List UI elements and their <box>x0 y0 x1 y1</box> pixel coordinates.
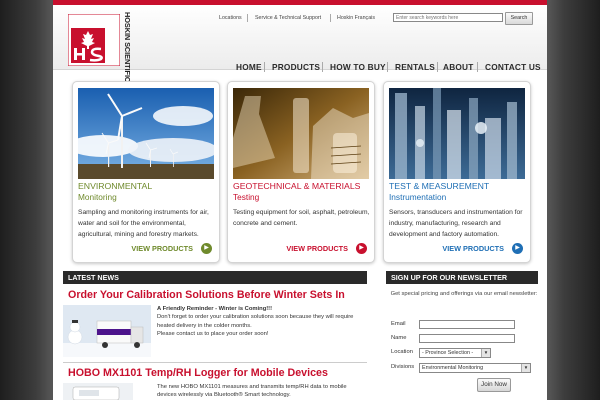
newsletter-heading: SIGN UP FOR OUR NEWSLETTER <box>386 271 538 284</box>
arrow-right-icon[interactable]: ▶ <box>356 243 367 254</box>
name-label: Name <box>391 335 407 341</box>
news-title[interactable]: HOBO MX1101 Temp/RH Logger for Mobile De… <box>68 367 328 379</box>
delivery-truck-image <box>63 305 151 357</box>
wind-turbines-image <box>78 88 214 179</box>
join-now-button[interactable]: Join Now <box>477 378 511 392</box>
feature-subtitle: Monitoring <box>78 192 117 202</box>
nav-rentals[interactable]: RENTALS <box>395 62 435 72</box>
feature-card-geotechnical: GEOTECHNICAL & MATERIALS Testing Testing… <box>227 81 375 263</box>
feature-title: GEOTECHNICAL & MATERIALS <box>233 181 361 191</box>
arrow-right-icon[interactable]: ▶ <box>201 243 212 254</box>
divisions-select-value: Environmental Monitoring <box>422 365 484 371</box>
divisions-select[interactable]: Environmental Monitoring ▼ <box>419 363 531 373</box>
feature-subtitle: Instrumentation <box>389 192 447 202</box>
news-divider <box>63 362 367 363</box>
nav-divider <box>264 62 265 72</box>
utility-divider <box>330 14 331 22</box>
news-body: A Friendly Reminder - Winter is Coming!!… <box>157 305 367 339</box>
nav-home[interactable]: HOME <box>236 62 262 72</box>
search-button[interactable]: Search <box>505 12 533 25</box>
nav-divider <box>322 62 323 72</box>
news-closing: Please contact us to place your order so… <box>157 331 269 338</box>
feature-description: Testing equipment for soil, asphalt, pet… <box>233 209 370 227</box>
chevron-down-icon: ▼ <box>481 349 490 357</box>
feature-description: Sensors, transducers and instrumentation… <box>389 209 523 238</box>
search-input[interactable] <box>393 13 503 22</box>
feature-title: ENVIRONMENTAL <box>78 181 153 191</box>
page: HOSKIN SCIENTIFIC Locations Service & Te… <box>53 0 547 400</box>
locations-link[interactable]: Locations <box>219 15 242 21</box>
site-header: HOSKIN SCIENTIFIC Locations Service & Te… <box>53 5 547 83</box>
newsletter-intro: Get special pricing and offerings via ou… <box>390 291 538 297</box>
feature-card-environmental: ENVIRONMENTAL Monitoring Sampling and mo… <box>72 81 220 263</box>
news-title[interactable]: Order Your Calibration Solutions Before … <box>68 289 345 301</box>
latest-news-heading: LATEST NEWS <box>63 271 367 284</box>
lab-glassware-image <box>233 88 369 179</box>
industrial-machinery-image <box>389 88 525 179</box>
news-lead: A Friendly Reminder - Winter is Coming!!… <box>157 306 273 312</box>
nav-contact-us[interactable]: CONTACT US <box>485 62 541 72</box>
french-link[interactable]: Hoskin Français <box>337 15 375 21</box>
news-body: The new HOBO MX1101 measures and transmi… <box>157 384 347 399</box>
nav-products[interactable]: PRODUCTS <box>272 62 320 72</box>
location-label: Location <box>391 349 413 355</box>
feature-card-test-measurement: TEST & MEASUREMENT Instrumentation Senso… <box>383 81 531 263</box>
email-label: Email <box>391 321 406 327</box>
email-field[interactable] <box>419 320 515 329</box>
hoskin-logo[interactable] <box>68 14 120 66</box>
view-products-link[interactable]: VIEW PRODUCTS <box>442 244 504 253</box>
location-select-value: - Province Selection - <box>422 350 474 356</box>
nav-divider <box>437 62 438 72</box>
feature-subtitle: Testing <box>233 192 260 202</box>
utility-divider <box>247 14 248 22</box>
support-link[interactable]: Service & Technical Support <box>255 15 321 21</box>
nav-how-to-buy[interactable]: HOW TO BUY <box>330 62 386 72</box>
nav-about[interactable]: ABOUT <box>443 62 474 72</box>
data-logger-image <box>63 383 133 400</box>
view-products-link[interactable]: VIEW PRODUCTS <box>131 244 193 253</box>
news-text: Don't forget to order your calibration s… <box>157 314 354 329</box>
location-select[interactable]: - Province Selection - ▼ <box>419 348 491 358</box>
chevron-down-icon: ▼ <box>521 364 530 372</box>
logo-wordmark: HOSKIN SCIENTIFIC <box>123 12 132 83</box>
arrow-right-icon[interactable]: ▶ <box>512 243 523 254</box>
feature-description: Sampling and monitoring instruments for … <box>78 209 209 238</box>
feature-title: TEST & MEASUREMENT <box>389 181 490 191</box>
view-products-link[interactable]: VIEW PRODUCTS <box>286 244 348 253</box>
divisions-label: Divisions <box>391 364 415 370</box>
nav-divider <box>477 62 478 72</box>
name-field[interactable] <box>419 334 515 343</box>
nav-divider <box>387 62 388 72</box>
